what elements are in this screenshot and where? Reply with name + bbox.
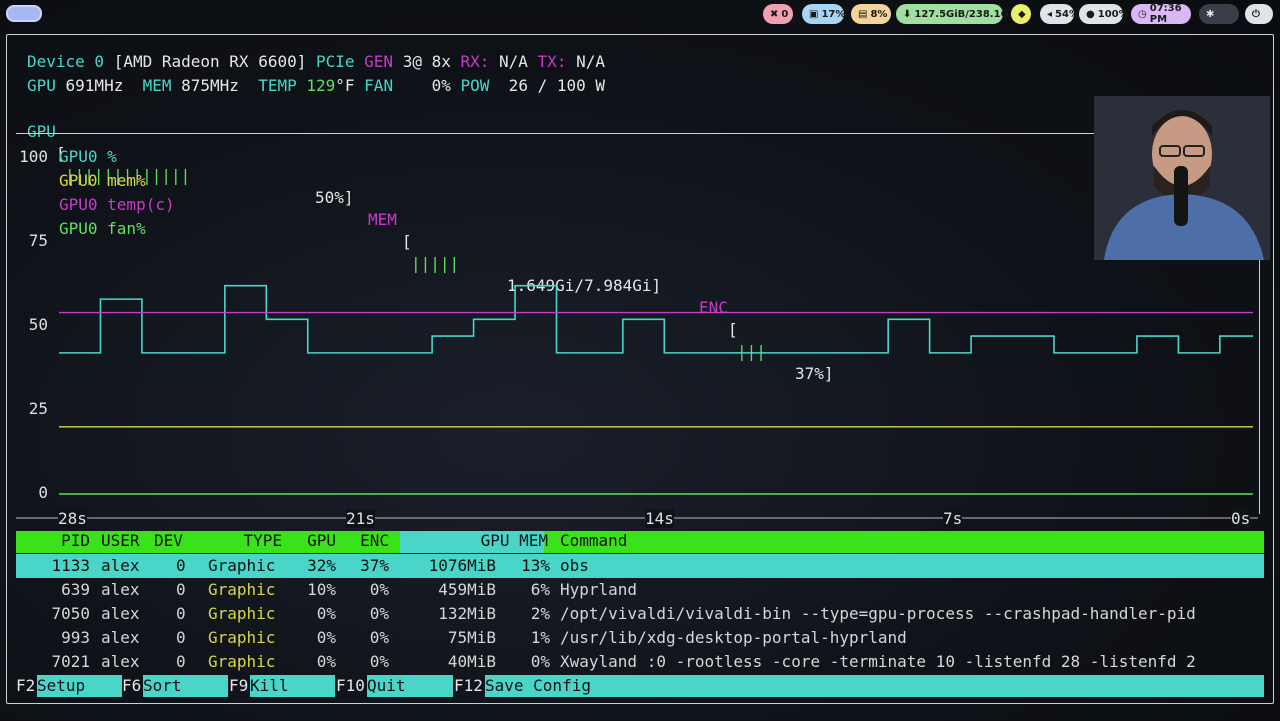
fkey-label-f9[interactable]: Kill bbox=[250, 675, 335, 697]
cell-type: Graphic bbox=[208, 604, 276, 623]
cell-gpu: 0% bbox=[316, 628, 336, 647]
legend-item: GPU0 temp(c) bbox=[59, 195, 175, 214]
y-tick-label: 100 bbox=[19, 147, 48, 166]
cell-enc: 0% bbox=[369, 604, 389, 623]
cell-user: alex bbox=[101, 580, 140, 599]
fkey-f12[interactable]: F12 bbox=[454, 675, 483, 697]
fkey-label-f12[interactable]: Save Config bbox=[485, 675, 1264, 697]
cell-mem: 1% bbox=[530, 628, 550, 647]
cell-gpu: 32% bbox=[307, 556, 336, 575]
cell-cmd: Xwayland :0 -rootless -core -terminate 1… bbox=[560, 652, 1196, 671]
fkey-f10[interactable]: F10 bbox=[336, 675, 365, 697]
x-tick-label: 28s bbox=[58, 509, 87, 528]
webcam-overlay bbox=[1094, 96, 1270, 260]
cell-gpu: 0% bbox=[316, 604, 336, 623]
fkey-label-f10[interactable]: Quit bbox=[367, 675, 453, 697]
x-tick-label: 0s bbox=[1231, 509, 1251, 528]
process-row[interactable]: 7021 alex 0 Graphic 0% 0% 40MiB 0% Xwayland :0 -… bbox=[16, 650, 1264, 674]
cell-dev: 0 bbox=[176, 604, 186, 623]
series-line-0 bbox=[59, 284, 1253, 354]
cell-cmd: obs bbox=[560, 556, 589, 575]
process-row[interactable]: 639 alex 0 Graphic 10% 0% 459MiB 6% Hyprland bbox=[16, 578, 1264, 602]
cell-dev: 0 bbox=[176, 652, 186, 671]
cell-gpumem: 132MiB bbox=[438, 604, 496, 623]
legend-item: GPU0 mem% bbox=[59, 171, 146, 190]
y-tick-label: 50 bbox=[28, 315, 48, 334]
cell-pid: 1133 bbox=[51, 556, 90, 575]
col-pid[interactable]: PID bbox=[26, 531, 90, 550]
cell-gpumem: 75MiB bbox=[447, 628, 496, 647]
fkey-label-f2[interactable]: Setup bbox=[37, 675, 122, 697]
cell-cmd: /usr/lib/xdg-desktop-portal-hyprland bbox=[560, 628, 907, 647]
cell-gpu: 10% bbox=[307, 580, 336, 599]
legend-item: GPU0 fan% bbox=[59, 219, 146, 238]
cell-gpumem: 1076MiB bbox=[428, 556, 496, 575]
cell-mem: 0% bbox=[530, 652, 550, 671]
cell-mem: 2% bbox=[530, 604, 550, 623]
cell-user: alex bbox=[101, 652, 140, 671]
cell-dev: 0 bbox=[176, 580, 186, 599]
x-tick-label: 21s bbox=[346, 509, 375, 528]
y-tick-label: 75 bbox=[28, 231, 48, 250]
col-gpu[interactable]: GPU bbox=[296, 531, 336, 550]
usage-graph bbox=[16, 284, 1258, 519]
cell-gpu: 0% bbox=[316, 652, 336, 671]
x-tick-label: 7s bbox=[943, 509, 963, 528]
cell-mem: 6% bbox=[530, 580, 550, 599]
cell-cmd: /opt/vivaldi/vivaldi-bin --type=gpu-proc… bbox=[560, 604, 1196, 623]
process-table-header: PID USER DEV TYPE GPU ENC GPU MEM Comman… bbox=[16, 531, 1264, 553]
cell-pid: 993 bbox=[61, 628, 90, 647]
col-type[interactable]: TYPE bbox=[216, 531, 282, 550]
cell-type: Graphic bbox=[208, 580, 276, 599]
cell-pid: 7050 bbox=[51, 604, 90, 623]
cell-user: alex bbox=[101, 556, 140, 575]
col-gpumem[interactable]: GPU MEM bbox=[416, 531, 548, 550]
col-command[interactable]: Command bbox=[560, 531, 627, 550]
fkey-f6[interactable]: F6 bbox=[122, 675, 141, 697]
cell-pid: 639 bbox=[61, 580, 90, 599]
cell-pid: 7021 bbox=[51, 652, 90, 671]
cell-enc: 37% bbox=[360, 556, 389, 575]
process-row[interactable]: 7050 alex 0 Graphic 0% 0% 132MiB 2% /opt/vivaldi… bbox=[16, 602, 1264, 626]
cell-enc: 0% bbox=[369, 580, 389, 599]
legend-item: GPU0 % bbox=[59, 147, 117, 166]
cell-type: Graphic bbox=[208, 556, 276, 575]
cell-gpumem: 459MiB bbox=[438, 580, 496, 599]
col-user[interactable]: USER bbox=[101, 531, 140, 550]
y-tick-label: 25 bbox=[28, 399, 48, 418]
cell-cmd: Hyprland bbox=[560, 580, 638, 599]
col-enc[interactable]: ENC bbox=[349, 531, 389, 550]
cell-gpumem: 40MiB bbox=[447, 652, 496, 671]
cell-mem: 13% bbox=[521, 556, 550, 575]
y-tick-label: 0 bbox=[38, 483, 48, 502]
fkey-f9[interactable]: F9 bbox=[229, 675, 248, 697]
cell-dev: 0 bbox=[176, 628, 186, 647]
col-dev[interactable]: DEV bbox=[154, 531, 183, 550]
cell-enc: 0% bbox=[369, 652, 389, 671]
cell-type: Graphic bbox=[208, 628, 276, 647]
process-row[interactable]: 993 alex 0 Graphic 0% 0% 75MiB 1% /usr/lib/xdg-d… bbox=[16, 626, 1264, 650]
cell-user: alex bbox=[101, 628, 140, 647]
cell-type: Graphic bbox=[208, 652, 276, 671]
cell-enc: 0% bbox=[369, 628, 389, 647]
fkey-f2[interactable]: F2 bbox=[16, 675, 35, 697]
fkey-label-f6[interactable]: Sort bbox=[143, 675, 228, 697]
cell-dev: 0 bbox=[176, 556, 186, 575]
process-row[interactable]: 1133 alex 0 Graphic 32% 37% 1076MiB 13% obs bbox=[16, 554, 1264, 578]
webcam-person-image bbox=[1094, 96, 1270, 260]
function-key-bar: F2 Setup F6 Sort F9 Kill F10 Quit F12 Save Config bbox=[16, 675, 1264, 697]
cell-user: alex bbox=[101, 604, 140, 623]
x-tick-label: 14s bbox=[645, 509, 674, 528]
